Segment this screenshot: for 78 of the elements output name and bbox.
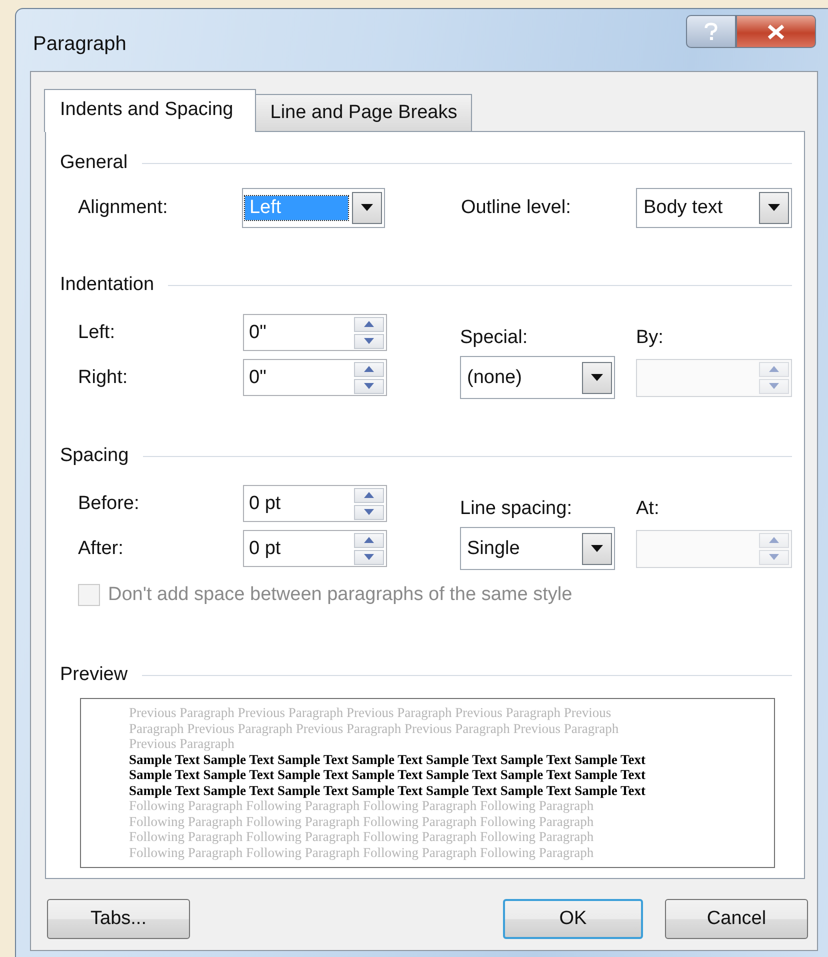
field-label: Right: xyxy=(78,366,129,388)
field-label: Line spacing: xyxy=(460,498,573,520)
field-label: Alignment: xyxy=(78,197,169,219)
spin-field[interactable]: 0 pt xyxy=(243,530,387,567)
field-label: At: xyxy=(636,498,660,520)
preview-text: Sample Text Sample Text Sample Text Sample Text Sample Text Sample Text Sample Text xyxy=(129,752,646,767)
preview-text: Following Paragraph Following Paragraph Following Paragraph Following Paragraph xyxy=(129,798,594,814)
preview-text: Sample Text Sample Text Sample Text Sample Text Sample Text Sample Text Sample Text xyxy=(129,767,646,782)
section-heading: General xyxy=(60,152,128,174)
field-label: Left: xyxy=(78,322,116,344)
dropdown-value: (none) xyxy=(466,366,523,390)
field-value: 0" xyxy=(248,366,268,388)
help-button[interactable] xyxy=(686,15,736,48)
tab[interactable]: Indents and Spacing xyxy=(44,89,256,132)
field-label: After: xyxy=(78,538,124,560)
field-value: 0 pt xyxy=(248,492,282,514)
up-arrow-icon xyxy=(364,537,374,543)
spin-up-button[interactable] xyxy=(354,362,384,376)
spin-up-button[interactable] xyxy=(354,488,384,502)
spin-down-button[interactable] xyxy=(354,378,384,394)
dropdown-value: Body text xyxy=(642,196,724,220)
caret-icon xyxy=(768,204,780,212)
caret-icon xyxy=(361,204,374,212)
caret-icon xyxy=(591,544,603,552)
dialog-button[interactable]: Cancel xyxy=(665,899,808,939)
section-heading: Indentation xyxy=(60,274,154,296)
up-arrow-icon xyxy=(364,366,374,372)
spin-down-button[interactable] xyxy=(354,550,384,564)
tab[interactable]: Line and Page Breaks xyxy=(255,94,472,131)
preview-text: Previous Paragraph xyxy=(129,736,234,752)
dropdown-button[interactable] xyxy=(582,532,612,564)
down-arrow-icon xyxy=(769,554,779,560)
spin-up-button[interactable] xyxy=(354,532,384,548)
dropdown-button[interactable] xyxy=(582,362,612,394)
preview-text: Following Paragraph Following Paragraph Following Paragraph Following Paragraph xyxy=(129,829,594,844)
caret-icon xyxy=(591,374,603,382)
spin-field[interactable]: 0 pt xyxy=(243,485,387,522)
down-arrow-icon xyxy=(769,383,779,389)
close-button[interactable] xyxy=(736,15,816,48)
field-label: Before: xyxy=(78,492,140,514)
help-icon xyxy=(703,22,719,42)
field-label: By: xyxy=(636,327,664,349)
close-icon xyxy=(766,24,786,40)
down-arrow-icon xyxy=(364,383,374,389)
dropdown[interactable]: Body text xyxy=(636,188,792,228)
down-arrow-icon xyxy=(364,509,374,515)
spin-field[interactable]: 0" xyxy=(243,359,387,396)
field-label: Outline level: xyxy=(461,197,572,219)
section-heading: Spacing xyxy=(60,445,129,467)
dropdown[interactable]: (none) xyxy=(460,356,615,399)
down-arrow-icon xyxy=(364,338,374,344)
dialog-button[interactable]: Tabs... xyxy=(47,899,190,939)
dropdown-value: Left xyxy=(245,196,348,220)
up-arrow-icon xyxy=(364,321,374,327)
preview-text: Following Paragraph Following Paragraph Following Paragraph Following Paragraph xyxy=(129,844,594,860)
checkbox-label: Don't add space between paragraphs of the same style xyxy=(108,584,572,606)
dropdown-button[interactable] xyxy=(758,192,789,224)
preview-text: Previous Paragraph Previous Paragraph Previous Paragraph Previous Paragraph Previous xyxy=(129,705,612,720)
up-arrow-icon xyxy=(769,537,779,543)
up-arrow-icon xyxy=(769,366,779,372)
preview-text: Paragraph Previous Paragraph Previous Paragraph Previous Paragraph Previous Paragraph xyxy=(129,720,619,736)
dropdown-button[interactable] xyxy=(352,192,382,224)
dropdown[interactable]: Single xyxy=(460,527,615,570)
spin-up-button[interactable] xyxy=(354,316,384,332)
down-arrow-icon xyxy=(364,554,374,560)
preview-text: Sample Text Sample Text Sample Text Sample Text Sample Text Sample Text Sample Text xyxy=(129,782,646,798)
spin-field[interactable]: 0" xyxy=(243,314,387,351)
spin-down-button[interactable] xyxy=(354,504,384,520)
up-arrow-icon xyxy=(364,492,374,498)
preview-text: Following Paragraph Following Paragraph Following Paragraph Following Paragraph xyxy=(129,814,594,829)
dialog-button[interactable]: OK xyxy=(503,899,643,939)
section-heading: Preview xyxy=(60,664,128,686)
spin-down-button[interactable] xyxy=(354,334,384,348)
field-label: Special: xyxy=(460,327,529,349)
window-title: Paragraph xyxy=(33,33,126,56)
dropdown-value: Single xyxy=(466,536,521,560)
field-value: 0" xyxy=(248,322,268,344)
field-value: 0 pt xyxy=(248,538,282,560)
